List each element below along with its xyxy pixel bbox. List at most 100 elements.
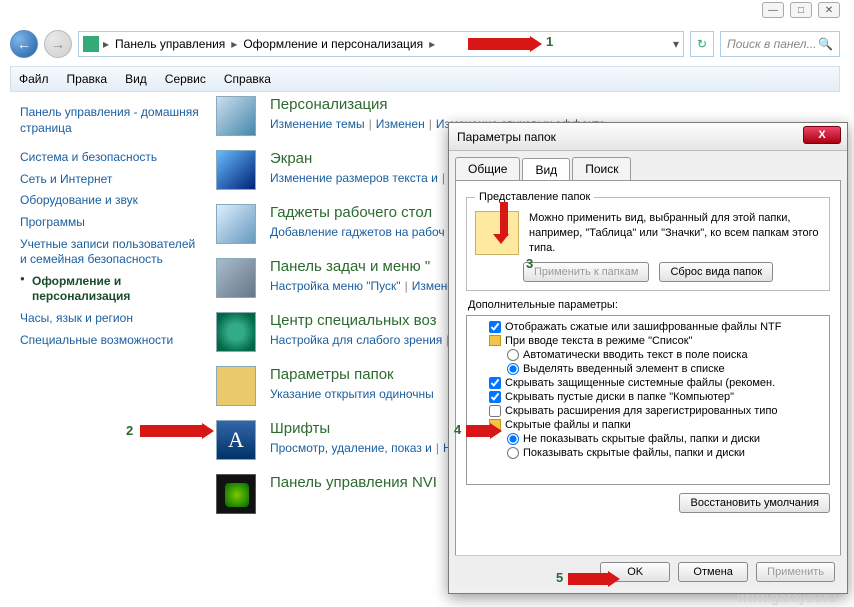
annotation-arrow-1 bbox=[468, 38, 530, 50]
back-button[interactable]: ← bbox=[10, 30, 38, 58]
folder-icon bbox=[489, 335, 501, 346]
adv-label: Показывать скрытые файлы, папки и диски bbox=[523, 447, 745, 459]
annotation-arrowhead-3 bbox=[493, 234, 509, 244]
sidebar-item-appearance[interactable]: Оформление и персонализация bbox=[20, 271, 200, 308]
adv-row[interactable]: Скрывать расширения для зарегистрированн… bbox=[471, 404, 825, 418]
separator: | bbox=[432, 441, 443, 455]
search-input[interactable]: Поиск в панел... 🔍 bbox=[720, 31, 840, 57]
category-link[interactable]: Настройка для слабого зрения bbox=[270, 333, 442, 347]
checkbox[interactable] bbox=[489, 377, 501, 389]
refresh-button[interactable]: ↻ bbox=[690, 31, 714, 57]
sidebar-item-hardware[interactable]: Оборудование и звук bbox=[20, 190, 200, 212]
dialog-close-button[interactable]: X bbox=[803, 126, 841, 144]
sidebar-item-home[interactable]: Панель управления - домашняя страница bbox=[20, 102, 200, 139]
forward-button[interactable]: → bbox=[44, 30, 72, 58]
adv-label: Выделять введенный элемент в списке bbox=[523, 363, 725, 375]
menu-help[interactable]: Справка bbox=[224, 72, 271, 86]
menu-file[interactable]: Файл bbox=[19, 72, 49, 86]
search-icon: 🔍 bbox=[818, 37, 833, 51]
chevron-down-icon[interactable]: ▾ bbox=[673, 37, 679, 51]
category-icon bbox=[216, 96, 256, 136]
menu-view[interactable]: Вид bbox=[125, 72, 147, 86]
sidebar-item-system[interactable]: Система и безопасность bbox=[20, 147, 200, 169]
reset-folder-view-button[interactable]: Сброс вида папок bbox=[659, 262, 773, 282]
annotation-number-4: 4 bbox=[454, 422, 461, 437]
category-icon bbox=[216, 474, 256, 514]
adv-row[interactable]: Показывать скрытые файлы, папки и диски bbox=[471, 446, 825, 460]
category-link[interactable]: Просмотр, удаление, показ и bbox=[270, 441, 432, 455]
adv-row[interactable]: Отображать сжатые или зашифрованные файл… bbox=[471, 320, 825, 334]
annotation-arrow-4 bbox=[466, 425, 490, 437]
adv-row[interactable]: Автоматически вводить текст в поле поиск… bbox=[471, 348, 825, 362]
annotation-arrow-5 bbox=[568, 573, 608, 585]
menu-tools[interactable]: Сервис bbox=[165, 72, 206, 86]
category-link[interactable]: Изменение размеров текста и bbox=[270, 171, 438, 185]
category-title[interactable]: Панель управления NVI bbox=[270, 474, 437, 491]
window-controls: — □ ✕ bbox=[762, 2, 840, 18]
sidebar-item-clock[interactable]: Часы, язык и регион bbox=[20, 308, 200, 330]
crumb-control-panel[interactable]: Панель управления bbox=[109, 37, 231, 51]
category-link[interactable]: Изменение темы bbox=[270, 117, 365, 131]
category-link[interactable]: Изменен bbox=[376, 117, 425, 131]
annotation-number-1: 1 bbox=[546, 34, 553, 49]
tab-view[interactable]: Вид bbox=[522, 158, 570, 181]
apply-button[interactable]: Применить bbox=[756, 562, 835, 582]
annotation-arrow-2 bbox=[140, 425, 202, 437]
folder-view-icon bbox=[475, 211, 519, 255]
category-icon bbox=[216, 312, 256, 352]
category-icon bbox=[216, 366, 256, 406]
adv-label: Не показывать скрытые файлы, папки и дис… bbox=[523, 433, 760, 445]
adv-label: Скрывать защищенные системные файлы (рек… bbox=[505, 377, 775, 389]
separator: | bbox=[401, 279, 412, 293]
advanced-settings-label: Дополнительные параметры: bbox=[468, 299, 830, 311]
restore-defaults-button[interactable]: Восстановить умолчания bbox=[679, 493, 830, 513]
adv-row[interactable]: Скрывать защищенные системные файлы (рек… bbox=[471, 376, 825, 390]
sidebar-item-network[interactable]: Сеть и Интернет bbox=[20, 169, 200, 191]
adv-label: При вводе текста в режиме "Список" bbox=[505, 335, 692, 347]
radio[interactable] bbox=[507, 349, 519, 361]
cancel-button[interactable]: Отмена bbox=[678, 562, 748, 582]
chevron-right-icon: ▸ bbox=[429, 37, 435, 51]
checkbox[interactable] bbox=[489, 391, 501, 403]
category-title[interactable]: Персонализация bbox=[270, 96, 606, 113]
search-placeholder: Поиск в панел... bbox=[727, 37, 817, 51]
dialog-page: Представление папок Можно применить вид,… bbox=[455, 180, 841, 580]
adv-row[interactable]: Скрывать пустые диски в папке "Компьютер… bbox=[471, 390, 825, 404]
adv-row[interactable]: При вводе текста в режиме "Список" bbox=[471, 334, 825, 348]
category-icon bbox=[216, 204, 256, 244]
checkbox[interactable] bbox=[489, 321, 501, 333]
close-window-button[interactable]: ✕ bbox=[818, 2, 840, 18]
breadcrumb-icon bbox=[83, 36, 99, 52]
minimize-button[interactable]: — bbox=[762, 2, 784, 18]
tab-search[interactable]: Поиск bbox=[572, 157, 631, 180]
category-link[interactable]: Указание открытия одиночны bbox=[270, 387, 434, 401]
folder-views-group: Представление папок Можно применить вид,… bbox=[466, 191, 830, 291]
maximize-button[interactable]: □ bbox=[790, 2, 812, 18]
adv-label: Скрытые файлы и папки bbox=[505, 419, 631, 431]
crumb-personalization[interactable]: Оформление и персонализация bbox=[237, 37, 429, 51]
advanced-settings-list[interactable]: Отображать сжатые или зашифрованные файл… bbox=[466, 315, 830, 485]
adv-row[interactable]: Скрытые файлы и папки bbox=[471, 418, 825, 432]
apply-to-folders-button[interactable]: Применить к папкам bbox=[523, 262, 650, 282]
radio[interactable] bbox=[507, 363, 519, 375]
checkbox[interactable] bbox=[489, 405, 501, 417]
navigation-bar: ← → ▸ Панель управления ▸ Оформление и п… bbox=[10, 28, 840, 60]
tab-general[interactable]: Общие bbox=[455, 157, 520, 180]
sidebar-item-access[interactable]: Специальные возможности bbox=[20, 330, 200, 352]
category-link[interactable]: Добавление гаджетов на рабоч bbox=[270, 225, 445, 239]
category-link[interactable]: Настройка меню "Пуск" bbox=[270, 279, 401, 293]
radio[interactable] bbox=[507, 447, 519, 459]
adv-row[interactable]: Не показывать скрытые файлы, папки и дис… bbox=[471, 432, 825, 446]
menu-edit[interactable]: Правка bbox=[67, 72, 108, 86]
breadcrumb[interactable]: ▸ Панель управления ▸ Оформление и персо… bbox=[78, 31, 684, 57]
adv-label: Отображать сжатые или зашифрованные файл… bbox=[505, 321, 781, 333]
sidebar-item-programs[interactable]: Программы bbox=[20, 212, 200, 234]
adv-row[interactable]: Выделять введенный элемент в списке bbox=[471, 362, 825, 376]
radio[interactable] bbox=[507, 433, 519, 445]
adv-label: Скрывать пустые диски в папке "Компьютер… bbox=[505, 391, 734, 403]
adv-label: Автоматически вводить текст в поле поиск… bbox=[523, 349, 748, 361]
sidebar-item-users[interactable]: Учетные записи пользователей и семейная … bbox=[20, 234, 200, 271]
annotation-number-3: 3 bbox=[526, 256, 533, 271]
separator: | bbox=[425, 117, 436, 131]
category-title[interactable]: Параметры папок bbox=[270, 366, 434, 383]
